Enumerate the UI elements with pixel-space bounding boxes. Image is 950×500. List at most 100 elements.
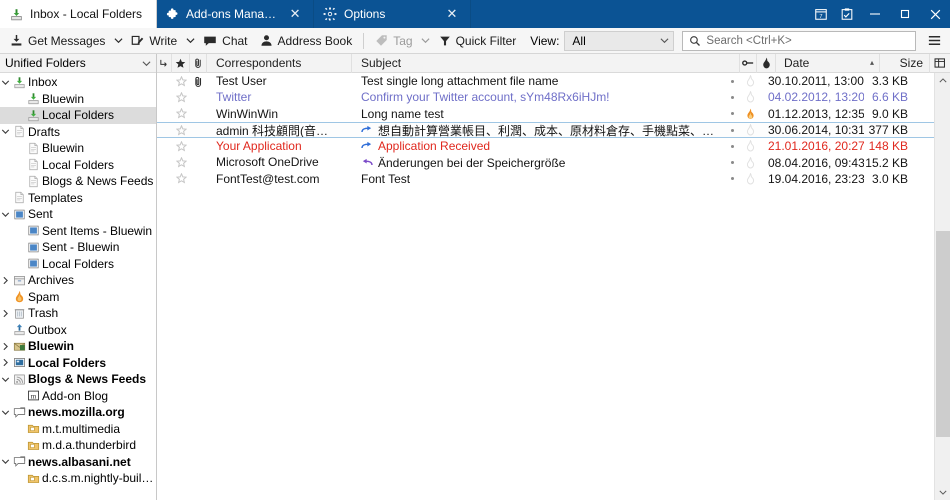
chevron-down-icon[interactable] — [0, 457, 11, 466]
maximize-button[interactable] — [890, 0, 920, 28]
chevron-right-icon[interactable] — [0, 276, 11, 285]
view-select[interactable]: All — [564, 30, 675, 51]
tab-close-button[interactable]: ✕ — [444, 6, 460, 22]
junk-indicator[interactable] — [741, 89, 760, 105]
chevron-down-icon[interactable] — [0, 127, 11, 136]
folder-item[interactable]: Archives — [0, 272, 156, 289]
tasks-button[interactable] — [834, 0, 860, 28]
chevron-down-icon[interactable] — [0, 210, 11, 219]
column-header-date[interactable]: Date ▴ — [776, 53, 880, 73]
junk-column-icon[interactable] — [757, 53, 776, 73]
chat-button[interactable]: Chat — [197, 30, 253, 52]
tab-addons-manager[interactable]: Add-ons Manager ✕ — [157, 0, 314, 28]
write-button[interactable]: Write — [125, 30, 183, 52]
junk-indicator[interactable] — [741, 73, 760, 89]
quick-filter-button[interactable]: Quick Filter — [433, 30, 523, 52]
folder-item[interactable]: Bluewin — [0, 338, 156, 355]
scrollbar-thumb[interactable] — [935, 230, 950, 438]
folder-item[interactable]: Outbox — [0, 322, 156, 339]
unread-indicator[interactable] — [724, 89, 741, 105]
message-row[interactable]: Your Application Application Received 21.0… — [157, 138, 934, 154]
message-row[interactable]: Test User Test single long attachment fil… — [157, 73, 934, 89]
thread-scrollbar[interactable] — [934, 73, 950, 500]
folder-item[interactable]: Sent — [0, 206, 156, 223]
folder-item[interactable]: Drafts — [0, 124, 156, 141]
star-toggle[interactable] — [172, 106, 190, 122]
chevron-down-icon[interactable] — [0, 408, 11, 417]
tab-options[interactable]: Options ✕ — [314, 0, 471, 28]
folder-item[interactable]: Local Folders — [0, 256, 156, 273]
chevron-down-icon[interactable] — [0, 78, 11, 87]
message-row[interactable]: Microsoft OneDrive Änderungen bei der Spe… — [157, 154, 934, 170]
unread-indicator[interactable] — [724, 123, 741, 137]
unread-indicator[interactable] — [724, 154, 741, 170]
folder-tree[interactable]: Inbox Bluewin Local Folders Drafts Bluewin Lo… — [0, 73, 156, 500]
folder-item[interactable]: m.t.multimedia — [0, 421, 156, 438]
folder-item[interactable]: news.albasani.net — [0, 454, 156, 471]
column-header-correspondents[interactable]: Correspondents — [207, 53, 352, 73]
chevron-right-icon[interactable] — [0, 342, 11, 351]
star-toggle[interactable] — [172, 171, 190, 187]
message-row[interactable]: Twitter Confirm your Twitter account, sYm… — [157, 89, 934, 105]
chevron-right-icon[interactable] — [0, 309, 11, 318]
get-messages-button[interactable]: Get Messages — [4, 30, 111, 52]
chevron-right-icon[interactable] — [0, 358, 11, 367]
scrollbar-track[interactable] — [935, 88, 950, 485]
star-toggle[interactable] — [172, 123, 190, 137]
star-toggle[interactable] — [172, 154, 190, 170]
app-menu-button[interactable] — [922, 30, 946, 52]
message-list[interactable]: Test User Test single long attachment fil… — [157, 73, 934, 500]
junk-indicator[interactable] — [741, 106, 760, 122]
folder-item[interactable]: Inbox — [0, 74, 156, 91]
unread-indicator[interactable] — [724, 138, 741, 154]
unread-indicator[interactable] — [724, 73, 741, 89]
folder-pane-mode-selector[interactable]: Unified Folders — [0, 54, 156, 73]
junk-indicator[interactable] — [741, 171, 760, 187]
column-picker-icon[interactable] — [930, 54, 950, 73]
folder-item[interactable]: Trash — [0, 305, 156, 322]
folder-item[interactable]: Templates — [0, 190, 156, 207]
folder-item[interactable]: d.c.s.m.nightly-builds — [0, 470, 156, 487]
folder-item[interactable]: Local Folders — [0, 107, 156, 124]
chevron-down-icon[interactable] — [0, 375, 11, 384]
message-row[interactable]: WinWinWin Long name test 01.12.2013, 12:35… — [157, 106, 934, 122]
folder-item[interactable]: Blogs & News Feeds — [0, 371, 156, 388]
star-toggle[interactable] — [172, 138, 190, 154]
folder-item[interactable]: m Add-on Blog — [0, 388, 156, 405]
junk-indicator[interactable] — [741, 154, 760, 170]
tag-button[interactable]: Tag — [369, 30, 418, 52]
folder-item[interactable]: news.mozilla.org — [0, 404, 156, 421]
folder-item[interactable]: Sent - Bluewin — [0, 239, 156, 256]
folder-item[interactable]: Local Folders — [0, 355, 156, 372]
unread-column-icon[interactable] — [740, 53, 757, 73]
folder-item[interactable]: Bluewin — [0, 140, 156, 157]
get-messages-dropdown[interactable] — [111, 30, 125, 52]
star-toggle[interactable] — [172, 89, 190, 105]
folder-item[interactable]: Sent Items - Bluewin — [0, 223, 156, 240]
thread-column-icon[interactable] — [157, 53, 172, 73]
close-button[interactable] — [920, 0, 950, 28]
paperclip-column-icon[interactable] — [190, 53, 207, 73]
column-header-subject[interactable]: Subject — [352, 53, 740, 73]
star-toggle[interactable] — [172, 73, 190, 89]
address-book-button[interactable]: Address Book — [254, 30, 359, 52]
folder-item[interactable]: Bluewin — [0, 91, 156, 108]
scroll-up-button[interactable] — [935, 73, 950, 88]
folder-item[interactable]: m.d.a.thunderbird — [0, 437, 156, 454]
folder-item[interactable]: Spam — [0, 289, 156, 306]
unread-indicator[interactable] — [724, 106, 741, 122]
calendar-button[interactable]: 7 — [808, 0, 834, 28]
unread-indicator[interactable] — [724, 171, 741, 187]
message-row[interactable]: admin 科技顧問(音… 想自動計算營業帳目、利潤、成本、原材料倉存、手機點菜、… — [157, 121, 934, 139]
tag-dropdown[interactable] — [419, 30, 433, 52]
star-column-icon[interactable] — [172, 53, 190, 73]
search-input[interactable]: Search <Ctrl+K> — [682, 30, 916, 51]
message-row[interactable]: FontTest@test.com Font Test 19.04.2016, 23… — [157, 171, 934, 187]
folder-item[interactable]: Blogs & News Feeds — [0, 173, 156, 190]
tab-inbox-local-folders[interactable]: Inbox - Local Folders — [0, 0, 157, 28]
minimize-button[interactable] — [860, 0, 890, 28]
column-header-size[interactable]: Size — [880, 53, 930, 73]
write-dropdown[interactable] — [183, 30, 197, 52]
folder-item[interactable]: Local Folders — [0, 157, 156, 174]
junk-indicator[interactable] — [741, 138, 760, 154]
